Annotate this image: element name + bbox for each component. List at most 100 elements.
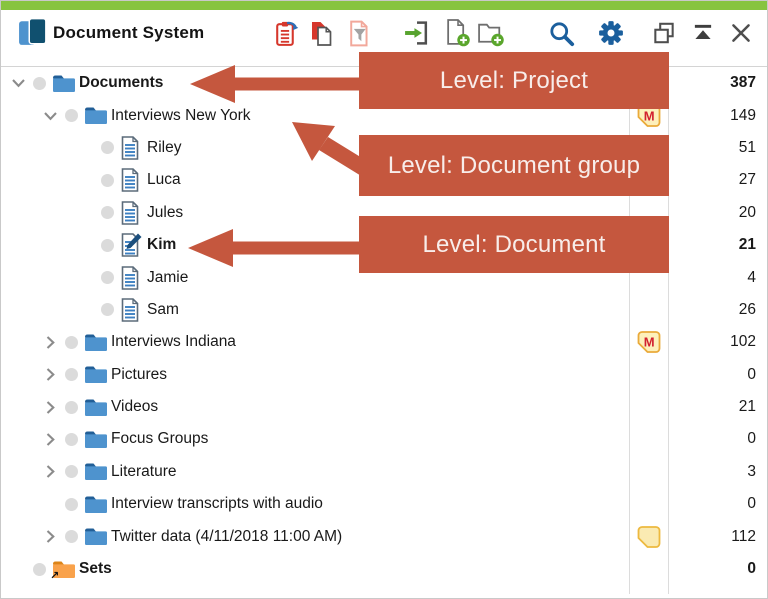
row-label: Riley	[147, 138, 182, 156]
paste-clipboard-icon[interactable]	[271, 18, 299, 48]
coded-segments-count: 149	[730, 106, 756, 124]
callout-level-project: Level: Project	[359, 52, 669, 109]
chevron-right-icon[interactable]	[43, 367, 65, 382]
row-label: Interviews Indiana	[111, 333, 236, 351]
tree-row[interactable]: Interview transcripts with audio 0	[1, 488, 767, 520]
coded-segments-count: 51	[738, 138, 756, 156]
callout-label: Level: Project	[439, 66, 589, 94]
panel-title: Document System	[53, 23, 205, 42]
memo-dot-icon[interactable]	[65, 432, 78, 446]
svg-text:M: M	[644, 108, 655, 123]
undock-icon[interactable]	[650, 18, 678, 48]
tree-row[interactable]: ↗ Sets 0	[1, 553, 767, 585]
tree-row[interactable]: Videos 21	[1, 391, 767, 423]
memo-badge-m-icon[interactable]: M	[637, 331, 661, 354]
tree-row[interactable]: Interviews Indiana M 102	[1, 326, 767, 358]
coded-segments-count: 102	[730, 333, 756, 351]
tree-row[interactable]: Twitter data (4/11/2018 11:00 AM) 112	[1, 520, 767, 552]
memo-dot-icon[interactable]	[65, 368, 78, 382]
memo-dot-icon[interactable]	[101, 141, 114, 155]
copy-documents-icon[interactable]	[308, 18, 336, 48]
settings-gear-icon[interactable]	[597, 18, 625, 48]
chevron-right-icon[interactable]	[43, 335, 65, 350]
row-label: Pictures	[111, 365, 167, 383]
coded-segments-count: 20	[738, 203, 756, 221]
doc-icon	[120, 168, 145, 193]
chevron-right-icon[interactable]	[43, 432, 65, 447]
coded-segments-count: 26	[738, 300, 756, 318]
chevron-down-icon[interactable]	[43, 110, 65, 122]
row-label: Kim	[147, 236, 177, 254]
row-label: Luca	[147, 171, 181, 189]
coded-segments-count: 0	[747, 365, 756, 383]
memo-dot-icon[interactable]	[65, 530, 78, 544]
coded-segments-count: 0	[747, 430, 756, 448]
memo-badge-icon[interactable]	[637, 525, 661, 548]
folder-icon	[84, 398, 109, 417]
collapse-icon[interactable]	[689, 18, 717, 48]
callout-label: Level: Document group	[387, 151, 641, 179]
coded-segments-count: 0	[747, 560, 756, 578]
row-label: Documents	[79, 74, 164, 92]
chevron-right-icon[interactable]	[43, 400, 65, 415]
filter-documents-icon[interactable]	[345, 18, 373, 48]
row-label: Sets	[79, 560, 112, 578]
memo-dot-icon[interactable]	[65, 465, 78, 479]
memo-dot-icon[interactable]	[101, 206, 114, 220]
callout-label: Level: Document	[422, 230, 606, 258]
doc-icon	[120, 136, 145, 160]
memo-dot-icon[interactable]	[65, 109, 78, 123]
coded-segments-count: 387	[730, 74, 756, 92]
memo-dot-icon[interactable]	[65, 400, 78, 414]
memo-dot-icon[interactable]	[101, 238, 114, 252]
tree-row[interactable]: Focus Groups 0	[1, 423, 767, 455]
doc-icon	[120, 200, 145, 225]
coded-segments-count: 4	[747, 268, 756, 286]
memo-dot-icon[interactable]	[101, 173, 114, 187]
row-label: Jamie	[147, 268, 189, 286]
memo-dot-icon[interactable]	[101, 303, 114, 317]
memo-dot-icon[interactable]	[65, 497, 78, 511]
folder-icon	[84, 106, 109, 125]
row-label: Jules	[147, 203, 184, 221]
folder-icon	[84, 430, 109, 449]
search-icon[interactable]	[547, 18, 575, 48]
folder-icon	[84, 365, 109, 384]
folder-icon	[52, 74, 77, 93]
close-icon[interactable]	[727, 18, 755, 48]
new-document-group-icon[interactable]	[477, 18, 505, 48]
tree-row[interactable]: Literature 3	[1, 456, 767, 488]
row-label: Literature	[111, 462, 177, 480]
document-system-icon	[18, 17, 48, 52]
folder-icon	[84, 495, 109, 514]
callout-level-document-group: Level: Document group	[359, 135, 669, 196]
memo-dot-icon[interactable]	[101, 271, 114, 285]
tree-row[interactable]: Sam 26	[1, 294, 767, 326]
doc-icon	[120, 265, 145, 290]
memo-dot-icon[interactable]	[33, 562, 46, 576]
new-document-icon[interactable]	[443, 18, 471, 48]
memo-dot-icon[interactable]	[33, 76, 46, 90]
memo-dot-icon[interactable]	[65, 335, 78, 349]
coded-segments-count: 21	[738, 236, 756, 254]
chevron-right-icon[interactable]	[43, 529, 65, 544]
callout-level-document: Level: Document	[359, 216, 669, 273]
row-label: Interview transcripts with audio	[111, 495, 323, 513]
chevron-down-icon[interactable]	[11, 77, 33, 89]
row-label: Focus Groups	[111, 430, 209, 448]
folder-icon	[84, 333, 109, 352]
folder-icon	[84, 462, 109, 481]
import-documents-icon[interactable]	[402, 18, 430, 48]
chevron-right-icon[interactable]	[43, 464, 65, 479]
row-label: Twitter data (4/11/2018 11:00 AM)	[111, 527, 343, 545]
tree-row[interactable]: Pictures 0	[1, 359, 767, 391]
shortcut-arrow-icon: ↗	[50, 569, 60, 582]
coded-segments-count: 27	[738, 171, 756, 189]
document-system-panel: Document System Documents 387 Interviews…	[0, 0, 768, 599]
active-panel-green-strip	[1, 1, 767, 10]
coded-segments-count: 21	[738, 398, 756, 416]
coded-segments-count: 112	[731, 527, 756, 545]
row-label: Sam	[147, 300, 179, 318]
folder-sets-icon: ↗	[50, 560, 77, 582]
row-label: Videos	[111, 398, 159, 416]
